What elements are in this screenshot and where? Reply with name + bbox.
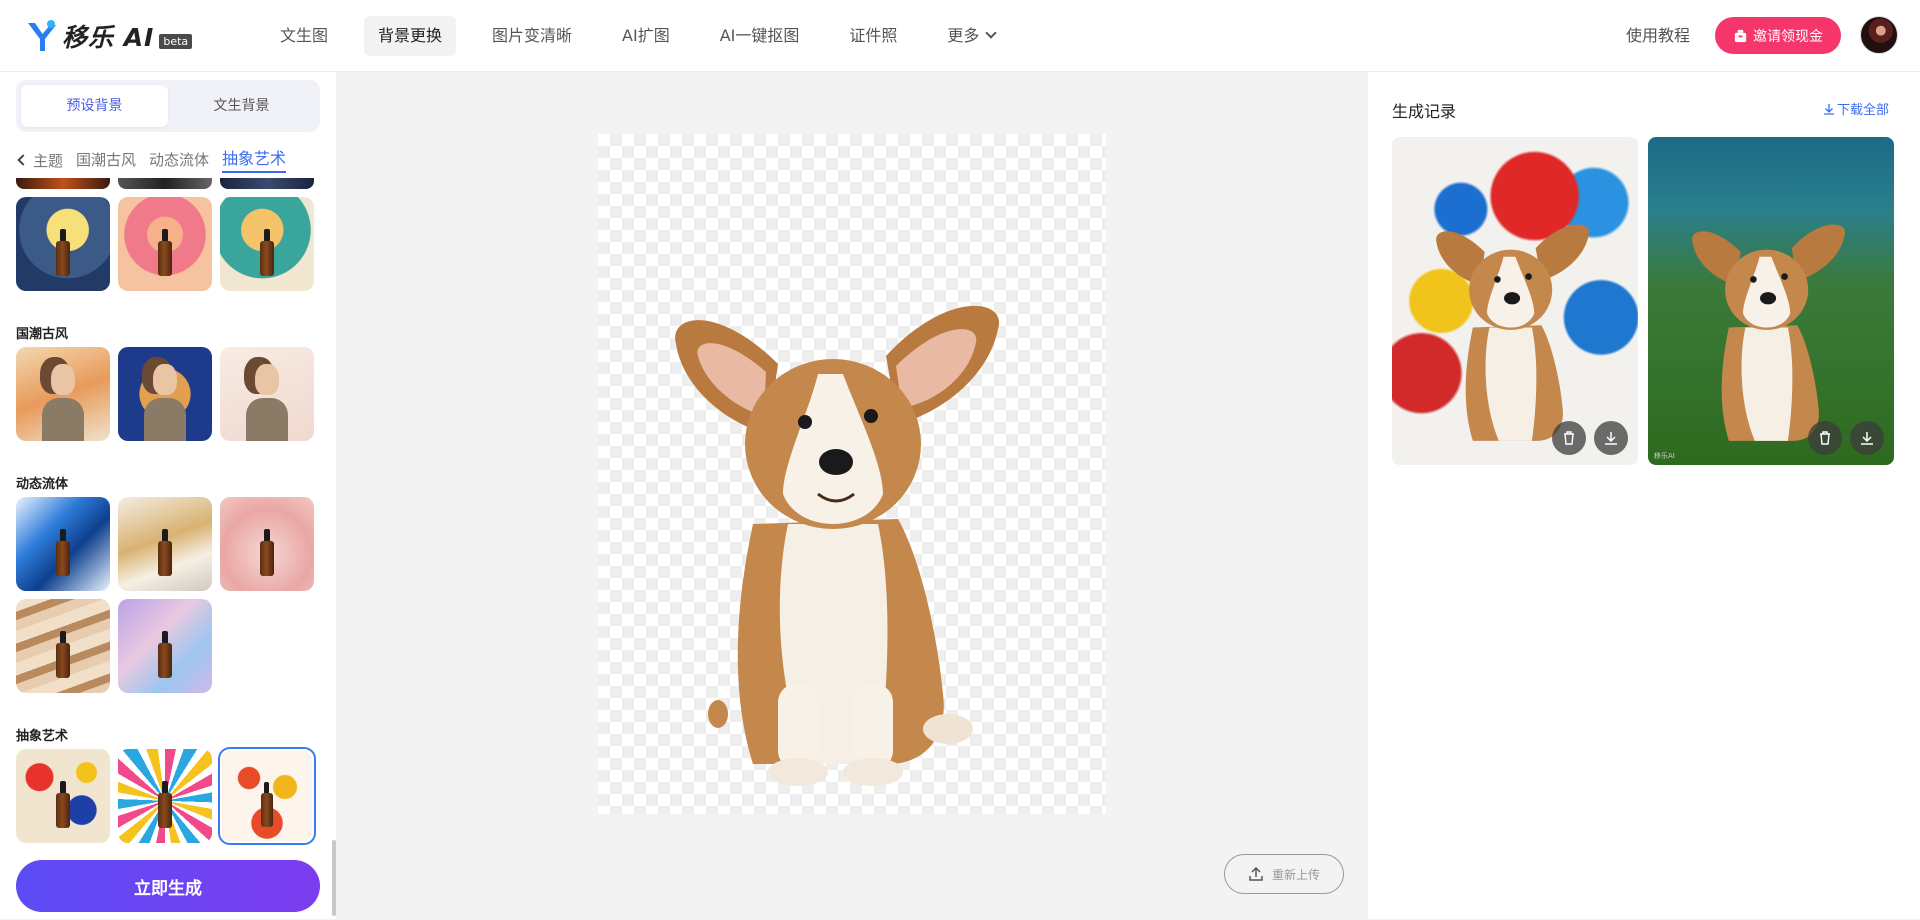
- top-header: 移乐 AI beta 文生图 背景更换 图片变清晰 AI扩图 AI一键抠图 证件…: [0, 0, 1920, 72]
- category-abstract[interactable]: 抽象艺术: [222, 148, 287, 173]
- category-fluid[interactable]: 动态流体: [149, 149, 209, 171]
- main-nav: 文生图 背景更换 图片变清晰 AI扩图 AI一键抠图 证件照 更多: [266, 16, 1031, 56]
- preset-thumb[interactable]: [220, 347, 314, 441]
- bottle-image: [260, 781, 274, 827]
- brand-logo[interactable]: 移乐 AI beta: [26, 18, 193, 54]
- preset-list[interactable]: 国潮古风 动态流体 抽象艺术: [0, 178, 336, 920]
- preset-thumb[interactable]: [16, 197, 110, 291]
- bottle-image: [56, 228, 70, 276]
- beta-badge: beta: [159, 33, 193, 49]
- tab-preset-background[interactable]: 预设背景: [21, 85, 168, 127]
- generate-button[interactable]: 立即生成: [16, 860, 320, 912]
- nav-text-to-image[interactable]: 文生图: [266, 16, 342, 56]
- logo-icon: [28, 20, 56, 51]
- preset-thumb-partial[interactable]: [16, 178, 110, 189]
- bottle-image: [260, 528, 274, 576]
- portrait-image: [246, 363, 289, 441]
- nav-id-photo[interactable]: 证件照: [835, 16, 911, 56]
- bottle-image: [158, 630, 172, 678]
- category-nav: 主题 国潮古风 动态流体 抽象艺术: [16, 148, 299, 173]
- preset-thumb-selected[interactable]: [218, 747, 316, 845]
- preset-thumb[interactable]: [220, 497, 314, 591]
- invite-label: 邀请领现金: [1753, 28, 1823, 45]
- gift-icon: [1734, 29, 1747, 43]
- bottle-image: [158, 780, 172, 828]
- download-icon: [1824, 103, 1834, 115]
- tab-text-background[interactable]: 文生背景: [168, 85, 315, 127]
- history-title: 生成记录: [1392, 102, 1457, 121]
- portrait-image: [144, 363, 187, 441]
- left-panel: 预设背景 文生背景 主题 国潮古风 动态流体 抽象艺术 国潮古风 动态流体 抽象…: [0, 72, 336, 919]
- preset-thumb[interactable]: [118, 749, 212, 843]
- nav-more[interactable]: 更多: [933, 16, 1009, 56]
- bottle-image: [260, 228, 274, 276]
- preset-thumb-partial[interactable]: [118, 178, 212, 189]
- delete-button[interactable]: [1808, 421, 1842, 455]
- nav-ai-cutout[interactable]: AI一键抠图: [706, 16, 814, 56]
- nav-background-replace[interactable]: 背景更换: [364, 16, 457, 56]
- preset-thumb[interactable]: [16, 749, 110, 843]
- tutorial-link[interactable]: 使用教程: [1626, 24, 1690, 48]
- trash-icon: [1820, 431, 1830, 445]
- section-title: 动态流体: [16, 477, 69, 492]
- preset-thumb[interactable]: [16, 347, 110, 441]
- bottle-image: [56, 630, 70, 678]
- section-title: 抽象艺术: [16, 729, 69, 744]
- bottle-image: [56, 780, 70, 828]
- dog-cutout-image: [675, 305, 1000, 786]
- preset-thumb[interactable]: [118, 599, 212, 693]
- reupload-label: 重新上传: [1271, 867, 1320, 882]
- invite-cash-button[interactable]: 邀请领现金: [1715, 17, 1841, 54]
- upload-icon: [1249, 866, 1263, 881]
- transparent-preview: [598, 134, 1106, 814]
- background-mode-tabs: 预设背景 文生背景: [16, 80, 320, 132]
- nav-image-enhance[interactable]: 图片变清晰: [478, 16, 586, 56]
- history-card[interactable]: [1392, 137, 1638, 465]
- preset-thumb[interactable]: [118, 347, 212, 441]
- download-icon: [1861, 432, 1873, 445]
- preset-thumb[interactable]: [220, 197, 314, 291]
- download-all-label: 下载全部: [1837, 103, 1890, 118]
- download-button[interactable]: [1850, 421, 1884, 455]
- bottle-image: [158, 228, 172, 276]
- download-all-link[interactable]: 下载全部: [1823, 99, 1889, 118]
- preset-thumb-partial[interactable]: [220, 178, 314, 189]
- category-guochao[interactable]: 国潮古风: [76, 149, 136, 171]
- chevron-down-icon: [985, 27, 998, 39]
- bottle-image: [158, 528, 172, 576]
- delete-button[interactable]: [1552, 421, 1586, 455]
- history-panel: 生成记录 下载全部 移乐AI: [1368, 72, 1920, 919]
- chevron-left-icon: [17, 154, 29, 166]
- trash-icon: [1564, 431, 1574, 445]
- download-icon: [1605, 432, 1617, 445]
- reupload-button[interactable]: 重新上传: [1224, 854, 1344, 894]
- bottle-image: [56, 528, 70, 576]
- nav-ai-outpaint[interactable]: AI扩图: [608, 16, 684, 56]
- user-avatar[interactable]: [1860, 16, 1898, 54]
- history-card[interactable]: 移乐AI: [1648, 137, 1894, 465]
- nav-more-label: 更多: [947, 26, 980, 45]
- category-back-button[interactable]: 主题: [16, 150, 63, 171]
- watermark: 移乐AI: [1654, 452, 1675, 460]
- preview-canvas: 重新上传: [336, 72, 1368, 919]
- preset-thumb[interactable]: [118, 497, 212, 591]
- logo-text: 移乐 AI: [62, 23, 155, 52]
- portrait-image: [42, 363, 85, 441]
- preset-thumb[interactable]: [16, 599, 110, 693]
- preset-thumb[interactable]: [16, 497, 110, 591]
- preset-thumb[interactable]: [118, 197, 212, 291]
- download-button[interactable]: [1594, 421, 1628, 455]
- section-title: 国潮古风: [16, 327, 69, 342]
- category-back-label: 主题: [33, 151, 64, 170]
